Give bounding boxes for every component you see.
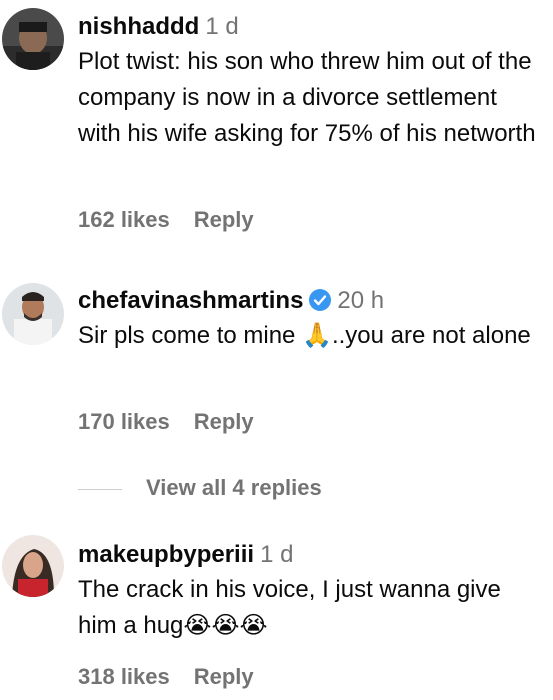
timestamp: 20 h [337,287,385,314]
username[interactable]: makeupbyperiii [78,541,254,568]
reply-button[interactable]: Reply [194,207,254,232]
likes-count[interactable]: 162 likes [78,207,170,232]
comment-text: Plot twist: his son who threw him out of… [78,48,536,147]
likes-count[interactable]: 318 likes [78,664,170,689]
view-replies-label[interactable]: View all 4 replies [146,475,322,500]
view-replies-button[interactable]: View all 4 replies [78,475,322,501]
comment-text: The crack in his voice, I just wanna giv… [78,576,501,639]
reply-button[interactable]: Reply [194,664,254,689]
timestamp: 1 d [260,541,294,568]
timestamp: 1 d [205,13,239,40]
comment-text: Sir pls come to mine 🙏..you are not alon… [78,322,531,349]
avatar[interactable] [2,283,64,345]
username[interactable]: chefavinashmartins [78,287,303,314]
avatar[interactable] [2,535,64,597]
verified-badge-icon [309,289,332,311]
likes-count[interactable]: 170 likes [78,409,170,434]
avatar[interactable] [2,8,64,70]
divider [78,488,122,490]
reply-button[interactable]: Reply [194,409,254,434]
username[interactable]: nishhaddd [78,13,199,40]
